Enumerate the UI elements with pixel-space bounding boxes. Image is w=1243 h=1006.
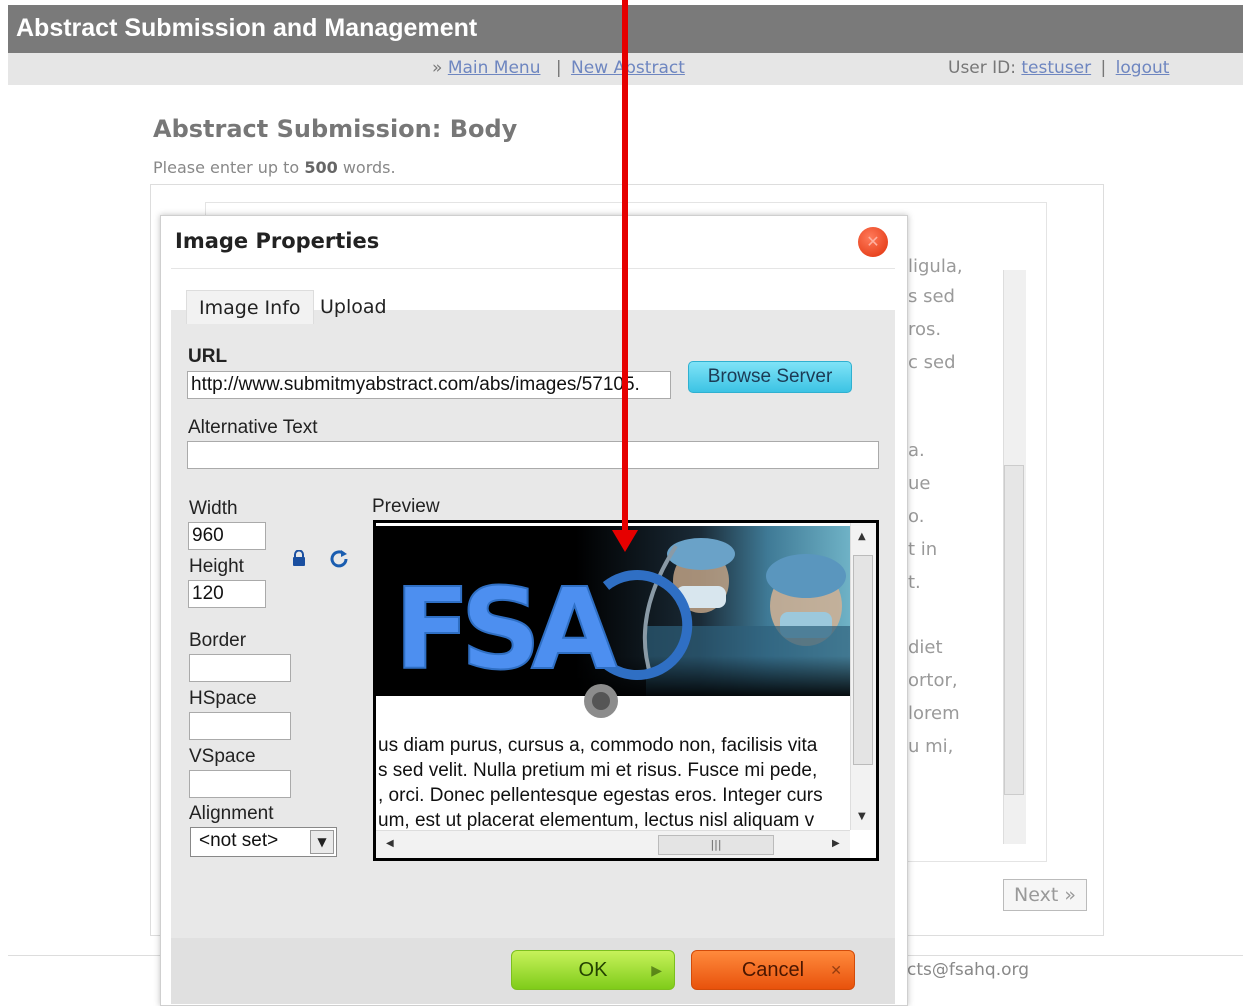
play-icon: ▶ [651, 962, 662, 978]
tab-image-info[interactable]: Image Info [186, 290, 314, 324]
nav-separator: » [432, 58, 443, 78]
app-title: Abstract Submission and Management [16, 14, 478, 42]
hspace-label: HSpace [189, 688, 257, 709]
preview-vertical-scrollbar[interactable]: ▲ ▼ [850, 523, 876, 830]
preview-horizontal-scrollbar[interactable]: ◀ ||| ▶ [376, 830, 850, 858]
alt-text-field[interactable] [187, 441, 879, 469]
hspace-field[interactable] [189, 712, 291, 740]
annotation-arrowhead [612, 530, 638, 552]
editor-scrollbar-thumb[interactable] [1004, 465, 1024, 795]
scroll-up-icon[interactable]: ▲ [858, 531, 866, 542]
user-id-link[interactable]: testuser [1021, 58, 1091, 78]
nav-pipe: | [555, 58, 562, 78]
preview-vscroll-thumb[interactable] [853, 555, 873, 765]
preview-label: Preview [372, 496, 440, 517]
width-label: Width [189, 498, 238, 519]
footer-email: cts@fsahq.org [907, 960, 1029, 980]
preview-logo-text: FSA [394, 565, 618, 695]
url-label: URL [188, 346, 228, 367]
alt-text-label: Alternative Text [188, 417, 318, 438]
user-id-label: User ID: [948, 58, 1016, 78]
nav-links: » Main Menu | New Abstract [432, 58, 685, 78]
vspace-label: VSpace [189, 746, 256, 767]
tab-upload[interactable]: Upload [308, 290, 399, 324]
browse-server-button[interactable]: Browse Server [688, 361, 852, 393]
url-field[interactable]: http://www.submitmyabstract.com/abs/imag… [187, 371, 671, 399]
main-menu-link[interactable]: Main Menu [448, 58, 541, 78]
close-icon[interactable]: ✕ [858, 227, 888, 257]
logout-link[interactable]: logout [1116, 58, 1170, 78]
user-info: User ID: testuser | logout [948, 58, 1169, 78]
width-field[interactable]: 960 [188, 522, 266, 550]
close-x-icon: ✕ [830, 962, 842, 978]
annotation-arrow [622, 0, 628, 535]
border-field[interactable] [189, 654, 291, 682]
preview-hscroll-thumb[interactable]: ||| [658, 835, 774, 855]
preview-text: us diam purus, cursus a, commodo non, fa… [378, 735, 823, 831]
page-heading: Abstract Submission: Body [153, 115, 518, 143]
word-limit: 500 [304, 158, 338, 177]
scroll-down-icon[interactable]: ▼ [858, 811, 866, 822]
alignment-label: Alignment [189, 803, 274, 824]
chevron-down-icon[interactable]: ▼ [310, 830, 334, 854]
alignment-value: <not set> [199, 830, 279, 851]
cancel-button[interactable]: Cancel ✕ [691, 950, 855, 990]
ok-button[interactable]: OK ▶ [511, 950, 675, 990]
height-field[interactable]: 120 [188, 580, 266, 608]
image-preview: FSA us diam purus, cursus a, commodo non… [373, 520, 879, 861]
next-button[interactable]: Next » [1003, 879, 1087, 911]
user-pipe: | [1100, 58, 1107, 78]
reset-size-icon[interactable] [329, 548, 349, 568]
fsa-banner-image: FSA [376, 526, 850, 732]
alignment-select[interactable]: <not set> ▼ [190, 827, 337, 857]
dialog-divider [171, 268, 895, 269]
scroll-right-icon[interactable]: ▶ [832, 838, 840, 849]
preview-image: FSA [376, 526, 850, 732]
dialog-title: Image Properties [175, 229, 380, 253]
lock-ratio-icon[interactable] [292, 550, 306, 566]
editor-background-text: ligula, s sed ros. c sed a. ue o. t in t… [905, 256, 1005, 844]
scroll-left-icon[interactable]: ◀ [386, 838, 394, 849]
vspace-field[interactable] [189, 770, 291, 798]
page-instructions: Please enter up to 500 words. [153, 158, 396, 177]
height-label: Height [189, 556, 244, 577]
border-label: Border [189, 630, 247, 651]
